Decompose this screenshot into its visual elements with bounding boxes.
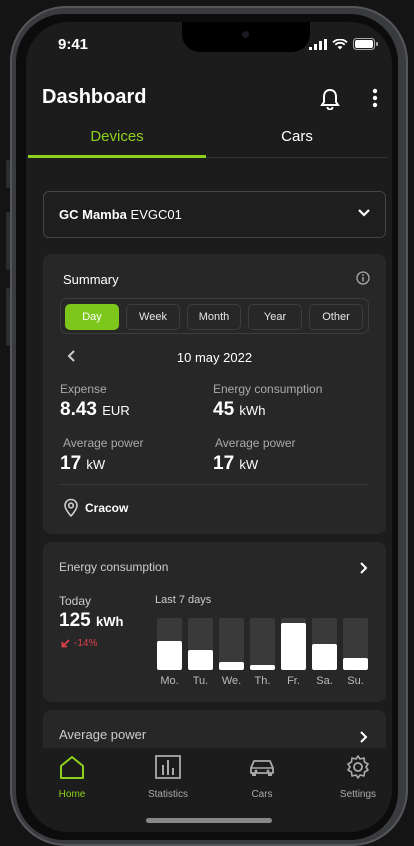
average-power-title: Average power <box>59 727 147 742</box>
bar-fr <box>281 623 306 670</box>
avg-power-unit: kW <box>239 457 259 472</box>
expense-value: 8.43 EUR <box>60 399 130 420</box>
bar-label-th: Th. <box>254 675 271 687</box>
side-button <box>6 212 10 270</box>
avg-power-value: 17 kW <box>213 453 259 474</box>
chevron-down-icon <box>358 209 370 217</box>
bar-track-we <box>219 618 244 670</box>
change-value: -14% <box>74 638 98 649</box>
week-label: Last 7 days <box>155 594 212 606</box>
camera <box>242 31 249 38</box>
period-other-button[interactable]: Other <box>309 304 363 330</box>
avg-power-unit: kW <box>86 457 106 472</box>
avg-power-value: 17 kW <box>60 453 106 474</box>
info-icon[interactable] <box>356 271 370 285</box>
side-button <box>6 288 10 346</box>
active-tab-indicator <box>28 155 206 158</box>
bar-sa <box>312 644 337 670</box>
bar-label-tu: Tu. <box>192 675 209 687</box>
summary-title: Summary <box>63 272 119 287</box>
header: Dashboard <box>26 80 392 120</box>
location-pin-icon <box>64 498 78 518</box>
bar-label-sa: Sa. <box>316 675 333 687</box>
bar-label-fr: Fr. <box>287 675 300 687</box>
car-icon <box>250 760 274 776</box>
bar-track-mo <box>157 618 182 670</box>
bar-track-fr <box>281 618 306 670</box>
more-menu-icon[interactable] <box>372 88 378 108</box>
avg-power-label: Average power <box>215 436 296 450</box>
device-name: GC Mamba EVGC01 <box>59 207 182 222</box>
chevron-right-icon[interactable] <box>358 561 368 575</box>
nav-cars-label: Cars <box>251 789 273 800</box>
statistics-icon <box>155 755 181 779</box>
status-time: 9:41 <box>58 36 89 53</box>
period-day-button[interactable]: Day <box>65 304 119 330</box>
wifi-icon <box>332 38 348 49</box>
energy-card-title: Energy consumption <box>59 560 169 574</box>
bar-label-mo: Mo. <box>160 675 179 687</box>
nav-settings[interactable]: Settings <box>318 754 392 800</box>
divider <box>60 484 369 485</box>
bar-label-su: Su. <box>347 675 364 687</box>
app-screen: 9:41 Dashboard Devices Cars GC Mamba EVG… <box>26 22 392 832</box>
bar-track-sa <box>312 618 337 670</box>
today-label: Today <box>59 594 92 608</box>
device-dropdown[interactable]: GC Mamba EVGC01 <box>43 191 386 238</box>
device-model: EVGC01 <box>130 207 182 222</box>
bar-track-su <box>343 618 368 670</box>
home-indicator <box>146 818 272 823</box>
avg-power-label: Average power <box>63 436 144 450</box>
period-week-button[interactable]: Week <box>126 304 180 330</box>
tab-cars[interactable]: Cars <box>208 128 386 145</box>
nav-statistics[interactable]: Statistics <box>128 754 208 800</box>
energy-value: 45 kWh <box>213 399 266 420</box>
expense-unit: EUR <box>102 403 130 418</box>
bar-mo <box>157 641 182 670</box>
expense-label: Expense <box>60 382 107 396</box>
home-icon <box>60 756 84 779</box>
energy-unit: kWh <box>239 403 266 418</box>
today-unit: kWh <box>95 614 124 629</box>
nav-settings-label: Settings <box>339 789 377 800</box>
bar-we <box>219 662 244 670</box>
bar-label-we: We. <box>221 675 242 687</box>
change-indicator: -14% <box>61 638 97 649</box>
notification-bell-icon[interactable] <box>320 88 340 110</box>
settings-icon <box>347 755 369 779</box>
today-value: 125 kWh <box>59 610 124 631</box>
chevron-right-icon[interactable] <box>358 730 368 744</box>
energy-consumption-card[interactable]: Energy consumption Today 125 kWh -14% La… <box>43 542 386 702</box>
arrow-down-left-icon <box>61 639 70 648</box>
device-brand: GC Mamba <box>59 207 127 222</box>
nav-statistics-label: Statistics <box>147 789 188 800</box>
side-button <box>6 160 10 188</box>
nav-home[interactable]: Home <box>32 754 112 800</box>
bar-th <box>250 665 275 670</box>
page-title: Dashboard <box>42 86 147 108</box>
period-year-button[interactable]: Year <box>248 304 302 330</box>
period-month-button[interactable]: Month <box>187 304 241 330</box>
tab-devices[interactable]: Devices <box>28 128 206 145</box>
bar-track-tu <box>188 618 213 670</box>
weekly-bar-chart <box>157 618 368 670</box>
signal-icon <box>309 38 327 50</box>
battery-icon <box>353 38 378 50</box>
energy-label: Energy consumption <box>213 382 323 396</box>
notch <box>182 22 310 52</box>
bar-track-th <box>250 618 275 670</box>
bar-su <box>343 658 368 670</box>
bar-tu <box>188 650 213 670</box>
status-icons <box>309 38 378 50</box>
nav-cars[interactable]: Cars <box>222 754 302 800</box>
summary-card: Summary Day Week Month Year Other 10 may… <box>43 254 386 534</box>
period-selector: Day Week Month Year Other <box>60 298 369 334</box>
nav-home-label: Home <box>58 789 86 800</box>
location-name: Cracow <box>85 501 129 515</box>
selected-date: 10 may 2022 <box>176 350 253 365</box>
